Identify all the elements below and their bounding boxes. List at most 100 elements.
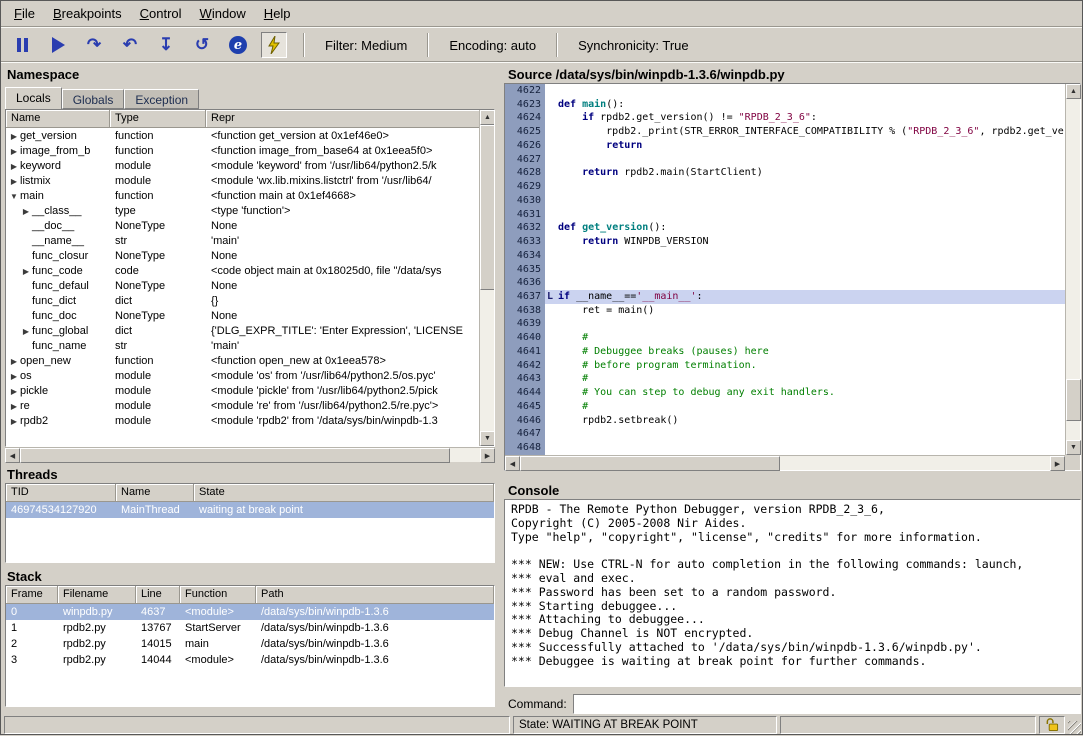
- namespace-vertical-scrollbar[interactable]: ▲ ▼: [479, 110, 494, 446]
- column-header-tid[interactable]: TID: [6, 484, 116, 502]
- code-line[interactable]: 4646 rpdb2.setbreak(): [505, 414, 1065, 428]
- table-row[interactable]: ▼mainfunction<function main at 0x1ef4668…: [6, 188, 494, 203]
- code-line[interactable]: 4643 #: [505, 372, 1065, 386]
- table-row[interactable]: 2rpdb2.py14015main/data/sys/bin/winpdb-1…: [6, 636, 494, 652]
- code-line[interactable]: 4645 #: [505, 400, 1065, 414]
- column-header-path[interactable]: Path: [256, 586, 494, 604]
- table-row[interactable]: func_namestr'main': [6, 338, 494, 353]
- table-row[interactable]: ▶get_versionfunction<function get_versio…: [6, 128, 494, 143]
- code-line[interactable]: 4629: [505, 180, 1065, 194]
- resize-grip[interactable]: [1068, 721, 1081, 734]
- scrollbar-thumb[interactable]: [480, 125, 495, 290]
- scroll-right-button[interactable]: ▶: [1050, 456, 1065, 471]
- expand-icon[interactable]: ▶: [20, 207, 32, 216]
- table-row[interactable]: 0winpdb.py4637<module>/data/sys/bin/winp…: [6, 604, 494, 620]
- table-row[interactable]: ▶__class__type<type 'function'>: [6, 203, 494, 218]
- scroll-up-button[interactable]: ▲: [1066, 84, 1081, 99]
- table-row[interactable]: ▶open_newfunction<function open_new at 0…: [6, 353, 494, 368]
- expand-icon[interactable]: ▶: [8, 402, 20, 411]
- scroll-down-button[interactable]: ▼: [1066, 440, 1081, 455]
- code-line[interactable]: 4648: [505, 441, 1065, 455]
- scroll-down-button[interactable]: ▼: [480, 431, 495, 446]
- expand-icon[interactable]: ▶: [8, 132, 20, 141]
- collapse-icon[interactable]: ▼: [8, 192, 20, 201]
- namespace-horizontal-scrollbar[interactable]: ◀ ▶: [5, 447, 495, 462]
- tab-exception[interactable]: Exception: [124, 89, 199, 109]
- command-input[interactable]: [573, 694, 1081, 714]
- column-header-type[interactable]: Type: [110, 110, 206, 128]
- expand-icon[interactable]: ▶: [8, 177, 20, 186]
- table-row[interactable]: func_dictdict{}: [6, 293, 494, 308]
- scroll-left-button[interactable]: ◀: [505, 456, 520, 471]
- menu-item-file[interactable]: File: [5, 1, 44, 26]
- step-over-button[interactable]: ↷: [81, 32, 107, 58]
- encoding-button[interactable]: e: [225, 32, 251, 58]
- menu-item-control[interactable]: Control: [131, 1, 191, 26]
- code-line[interactable]: 4623def main():: [505, 98, 1065, 112]
- code-line[interactable]: 4628 return rpdb2.main(StartClient): [505, 166, 1065, 180]
- expand-icon[interactable]: ▶: [8, 372, 20, 381]
- return-button[interactable]: ↺: [189, 32, 215, 58]
- column-header-frame[interactable]: Frame: [6, 586, 58, 604]
- menu-item-window[interactable]: Window: [191, 1, 255, 26]
- table-row[interactable]: 3rpdb2.py14044<module>/data/sys/bin/winp…: [6, 652, 494, 668]
- expand-icon[interactable]: ▶: [20, 327, 32, 336]
- table-row[interactable]: ▶keywordmodule<module 'keyword' from '/u…: [6, 158, 494, 173]
- table-row[interactable]: __doc__NoneTypeNone: [6, 218, 494, 233]
- expand-icon[interactable]: ▶: [20, 267, 32, 276]
- code-line[interactable]: 4644 # You can step to debug any exit ha…: [505, 386, 1065, 400]
- source-horizontal-scrollbar[interactable]: ◀ ▶: [505, 455, 1065, 470]
- table-row[interactable]: func_defaulNoneTypeNone: [6, 278, 494, 293]
- table-row[interactable]: ▶rpdb2module<module 'rpdb2' from '/data/…: [6, 413, 494, 428]
- code-line[interactable]: 4626 return: [505, 139, 1065, 153]
- table-row[interactable]: ▶listmixmodule<module 'wx.lib.mixins.lis…: [6, 173, 494, 188]
- scrollbar-thumb[interactable]: [1066, 379, 1081, 421]
- tab-locals[interactable]: Locals: [5, 87, 62, 109]
- step-into-button[interactable]: ↶: [117, 32, 143, 58]
- column-header-repr[interactable]: Repr: [206, 110, 494, 128]
- table-row[interactable]: ▶func_globaldict{'DLG_EXPR_TITLE': 'Ente…: [6, 323, 494, 338]
- tab-globals[interactable]: Globals: [62, 89, 125, 109]
- code-line[interactable]: 4630: [505, 194, 1065, 208]
- code-line[interactable]: 4634: [505, 249, 1065, 263]
- break-button[interactable]: [9, 32, 35, 58]
- code-line[interactable]: 4636: [505, 276, 1065, 290]
- column-header-name[interactable]: Name: [6, 110, 110, 128]
- scrollbar-thumb[interactable]: [20, 448, 450, 463]
- table-row[interactable]: ▶picklemodule<module 'pickle' from '/usr…: [6, 383, 494, 398]
- scroll-left-button[interactable]: ◀: [5, 448, 20, 463]
- code-line[interactable]: 4637Lif __name__=='__main__':: [505, 290, 1065, 304]
- column-header-function[interactable]: Function: [180, 586, 256, 604]
- code-line[interactable]: 4625 rpdb2._print(STR_ERROR_INTERFACE_CO…: [505, 125, 1065, 139]
- code-line[interactable]: 4638 ret = main(): [505, 304, 1065, 318]
- table-row[interactable]: ▶func_codecode<code object main at 0x180…: [6, 263, 494, 278]
- code-line[interactable]: 4647: [505, 427, 1065, 441]
- expand-icon[interactable]: ▶: [8, 417, 20, 426]
- column-header-state[interactable]: State: [194, 484, 494, 502]
- scrollbar-thumb[interactable]: [520, 456, 780, 471]
- code-line[interactable]: 4641 # Debuggee breaks (pauses) here: [505, 345, 1065, 359]
- menu-item-help[interactable]: Help: [255, 1, 300, 26]
- table-row[interactable]: ▶osmodule<module 'os' from '/usr/lib64/p…: [6, 368, 494, 383]
- column-header-name[interactable]: Name: [116, 484, 194, 502]
- code-line[interactable]: 4633 return WINPDB_VERSION: [505, 235, 1065, 249]
- code-line[interactable]: 4627: [505, 153, 1065, 167]
- expand-icon[interactable]: ▶: [8, 357, 20, 366]
- expand-icon[interactable]: ▶: [8, 147, 20, 156]
- table-row[interactable]: ▶image_from_bfunction<function image_fro…: [6, 143, 494, 158]
- scroll-right-button[interactable]: ▶: [480, 448, 495, 463]
- code-line[interactable]: 4642 # before program termination.: [505, 359, 1065, 373]
- table-row[interactable]: ▶remodule<module 're' from '/usr/lib64/p…: [6, 398, 494, 413]
- code-line[interactable]: 4631: [505, 208, 1065, 222]
- source-vertical-scrollbar[interactable]: ▲ ▼: [1065, 84, 1080, 455]
- code-line[interactable]: 4624 if rpdb2.get_version() != "RPDB_2_3…: [505, 111, 1065, 125]
- code-line[interactable]: 4635: [505, 263, 1065, 277]
- expand-icon[interactable]: ▶: [8, 387, 20, 396]
- table-row[interactable]: 1rpdb2.py13767StartServer/data/sys/bin/w…: [6, 620, 494, 636]
- code-line[interactable]: 4639: [505, 317, 1065, 331]
- code-line[interactable]: 4640 #: [505, 331, 1065, 345]
- go-button[interactable]: [45, 32, 71, 58]
- console-output[interactable]: RPDB - The Remote Python Debugger, versi…: [504, 499, 1081, 687]
- expand-icon[interactable]: ▶: [8, 162, 20, 171]
- step-out-button[interactable]: ↧: [153, 32, 179, 58]
